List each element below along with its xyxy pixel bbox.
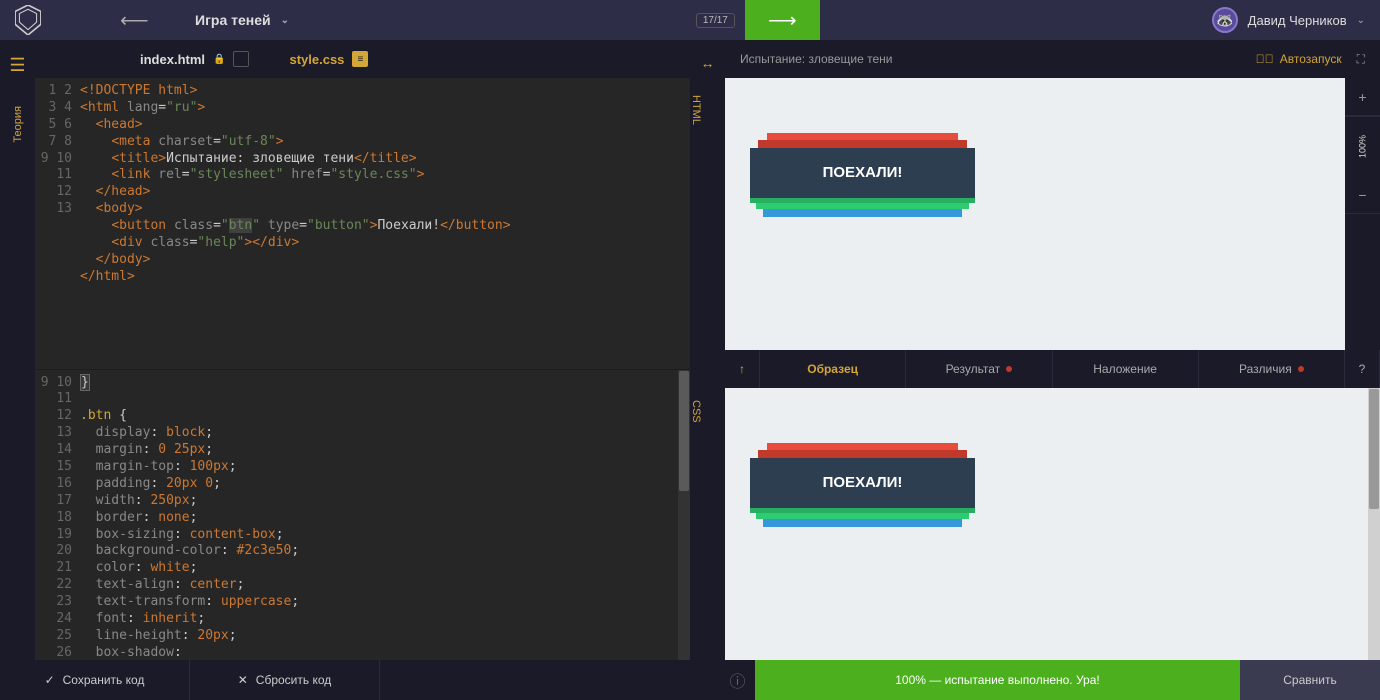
preview-iframe: ПОЕХАЛИ! (725, 78, 1345, 350)
main-area: ☰ Теория index.html 🔒 style.css ≡ 1 2 3 … (0, 40, 1380, 660)
top-header: ⟵ Игра теней ⌄ 17/17 ⟶ 🦝 Давид Черников … (0, 0, 1380, 40)
editor-panel: index.html 🔒 style.css ≡ 1 2 3 4 5 6 7 8… (35, 40, 690, 660)
lock-icon: 🔒 (213, 54, 225, 65)
tab-sample[interactable]: Образец (760, 350, 906, 388)
editor-css[interactable]: 9 10 11 12 13 14 15 16 17 18 19 20 21 22… (35, 370, 690, 661)
info-icon[interactable]: ⓘ (720, 660, 755, 700)
preview-header: Испытание: зловещие тени ▸⃝ Автозапуск ⛶ (725, 40, 1380, 78)
chevron-down-icon: ⌄ (281, 15, 289, 26)
user-name: Давид Черников (1248, 13, 1347, 28)
preview-title: Испытание: зловещие тени (740, 52, 893, 66)
help-button[interactable]: ? (1345, 350, 1380, 388)
status-dot-icon (1298, 366, 1304, 372)
save-button[interactable]: ✓ Сохранить код (0, 660, 190, 700)
reset-button[interactable]: ✕ Сбросить код (190, 660, 380, 700)
tab-badge (233, 51, 249, 67)
close-icon: ✕ (238, 673, 248, 687)
tab-badge: ≡ (352, 51, 368, 67)
tab-label: index.html (140, 52, 205, 67)
progress-badge: 17/17 (696, 13, 735, 28)
footer: ✓ Сохранить код ✕ Сбросить код ⓘ 100% — … (0, 660, 1380, 700)
tab-diff[interactable]: Различия (1199, 350, 1345, 388)
scrollbar[interactable] (1368, 388, 1380, 660)
chevron-down-icon: ⌄ (1357, 15, 1365, 26)
logo-icon[interactable] (15, 5, 41, 35)
demo-button-reference: ПОЕХАЛИ! (750, 458, 975, 508)
lesson-title: Игра теней (195, 12, 271, 28)
footer-left: ✓ Сохранить код ✕ Сбросить код ⓘ (0, 660, 755, 700)
autoplay-label: Автозапуск (1280, 52, 1342, 66)
menu-icon[interactable]: ☰ (9, 55, 25, 76)
collapse-up-icon[interactable]: ↑ (725, 350, 760, 388)
logo-wrap (15, 5, 120, 35)
tab-index-html[interactable]: index.html 🔒 (120, 40, 269, 78)
preview-controls: + 100% − (1345, 78, 1380, 350)
html-label: HTML (690, 95, 702, 125)
editor-html[interactable]: 1 2 3 4 5 6 7 8 9 10 11 12 13 <!DOCTYPE … (35, 78, 690, 370)
reset-label: Сбросить код (256, 673, 331, 687)
zoom-in-button[interactable]: + (1345, 78, 1380, 116)
play-icon: ▸⃝ (1256, 52, 1274, 66)
css-label: CSS (690, 400, 702, 423)
code-editor: 1 2 3 4 5 6 7 8 9 10 11 12 13 <!DOCTYPE … (35, 78, 690, 660)
zoom-level[interactable]: 100% (1345, 116, 1380, 176)
reference-preview: ПОЕХАЛИ! (725, 388, 1380, 660)
zoom-out-button[interactable]: − (1345, 176, 1380, 214)
save-label: Сохранить код (63, 673, 145, 687)
expand-icon[interactable]: ⛶ (1357, 52, 1365, 67)
status-bar: 100% — испытание выполнено. Ура! (755, 660, 1240, 700)
preview-zone: ПОЕХАЛИ! + 100% − (725, 78, 1380, 350)
compare-button[interactable]: Сравнить (1240, 660, 1380, 700)
theory-label[interactable]: Теория (12, 106, 24, 143)
check-icon: ✓ (45, 673, 55, 687)
left-sidebar: ☰ Теория (0, 40, 35, 660)
tab-label: Различия (1239, 362, 1292, 376)
file-tabs: index.html 🔒 style.css ≡ (35, 40, 690, 78)
user-menu[interactable]: 🦝 Давид Черников ⌄ (1212, 7, 1365, 33)
tab-style-css[interactable]: style.css ≡ (269, 40, 388, 78)
gutter: 1 2 3 4 5 6 7 8 9 10 11 12 13 (35, 78, 80, 369)
tab-label: Результат (946, 362, 1001, 376)
autoplay-toggle[interactable]: ▸⃝ Автозапуск (1256, 52, 1342, 66)
resize-icon[interactable]: ↔ (701, 55, 715, 71)
gutter: 9 10 11 12 13 14 15 16 17 18 19 20 21 22… (35, 370, 80, 661)
tab-label: style.css (289, 52, 344, 67)
tab-result[interactable]: Результат (906, 350, 1052, 388)
back-arrow[interactable]: ⟵ (120, 8, 180, 33)
preview-panel: Испытание: зловещие тени ▸⃝ Автозапуск ⛶… (725, 40, 1380, 660)
avatar: 🦝 (1212, 7, 1238, 33)
tab-label: Образец (807, 362, 858, 376)
compare-tabs: ↑ Образец Результат Наложение Различия ? (725, 350, 1380, 388)
code-css[interactable]: } .btn { display: block; margin: 0 25px;… (80, 370, 690, 661)
next-arrow-button[interactable]: ⟶ (745, 0, 820, 40)
status-dot-icon (1006, 366, 1012, 372)
demo-button: ПОЕХАЛИ! (750, 148, 975, 198)
lesson-title-wrap[interactable]: Игра теней ⌄ (180, 12, 304, 28)
code-html[interactable]: <!DOCTYPE html> <html lang="ru"> <head> … (80, 78, 690, 369)
tab-overlay[interactable]: Наложение (1053, 350, 1199, 388)
tab-label: Наложение (1093, 362, 1157, 376)
vertical-separator[interactable]: ↔ HTML CSS (690, 40, 725, 660)
scrollbar[interactable] (678, 370, 690, 661)
